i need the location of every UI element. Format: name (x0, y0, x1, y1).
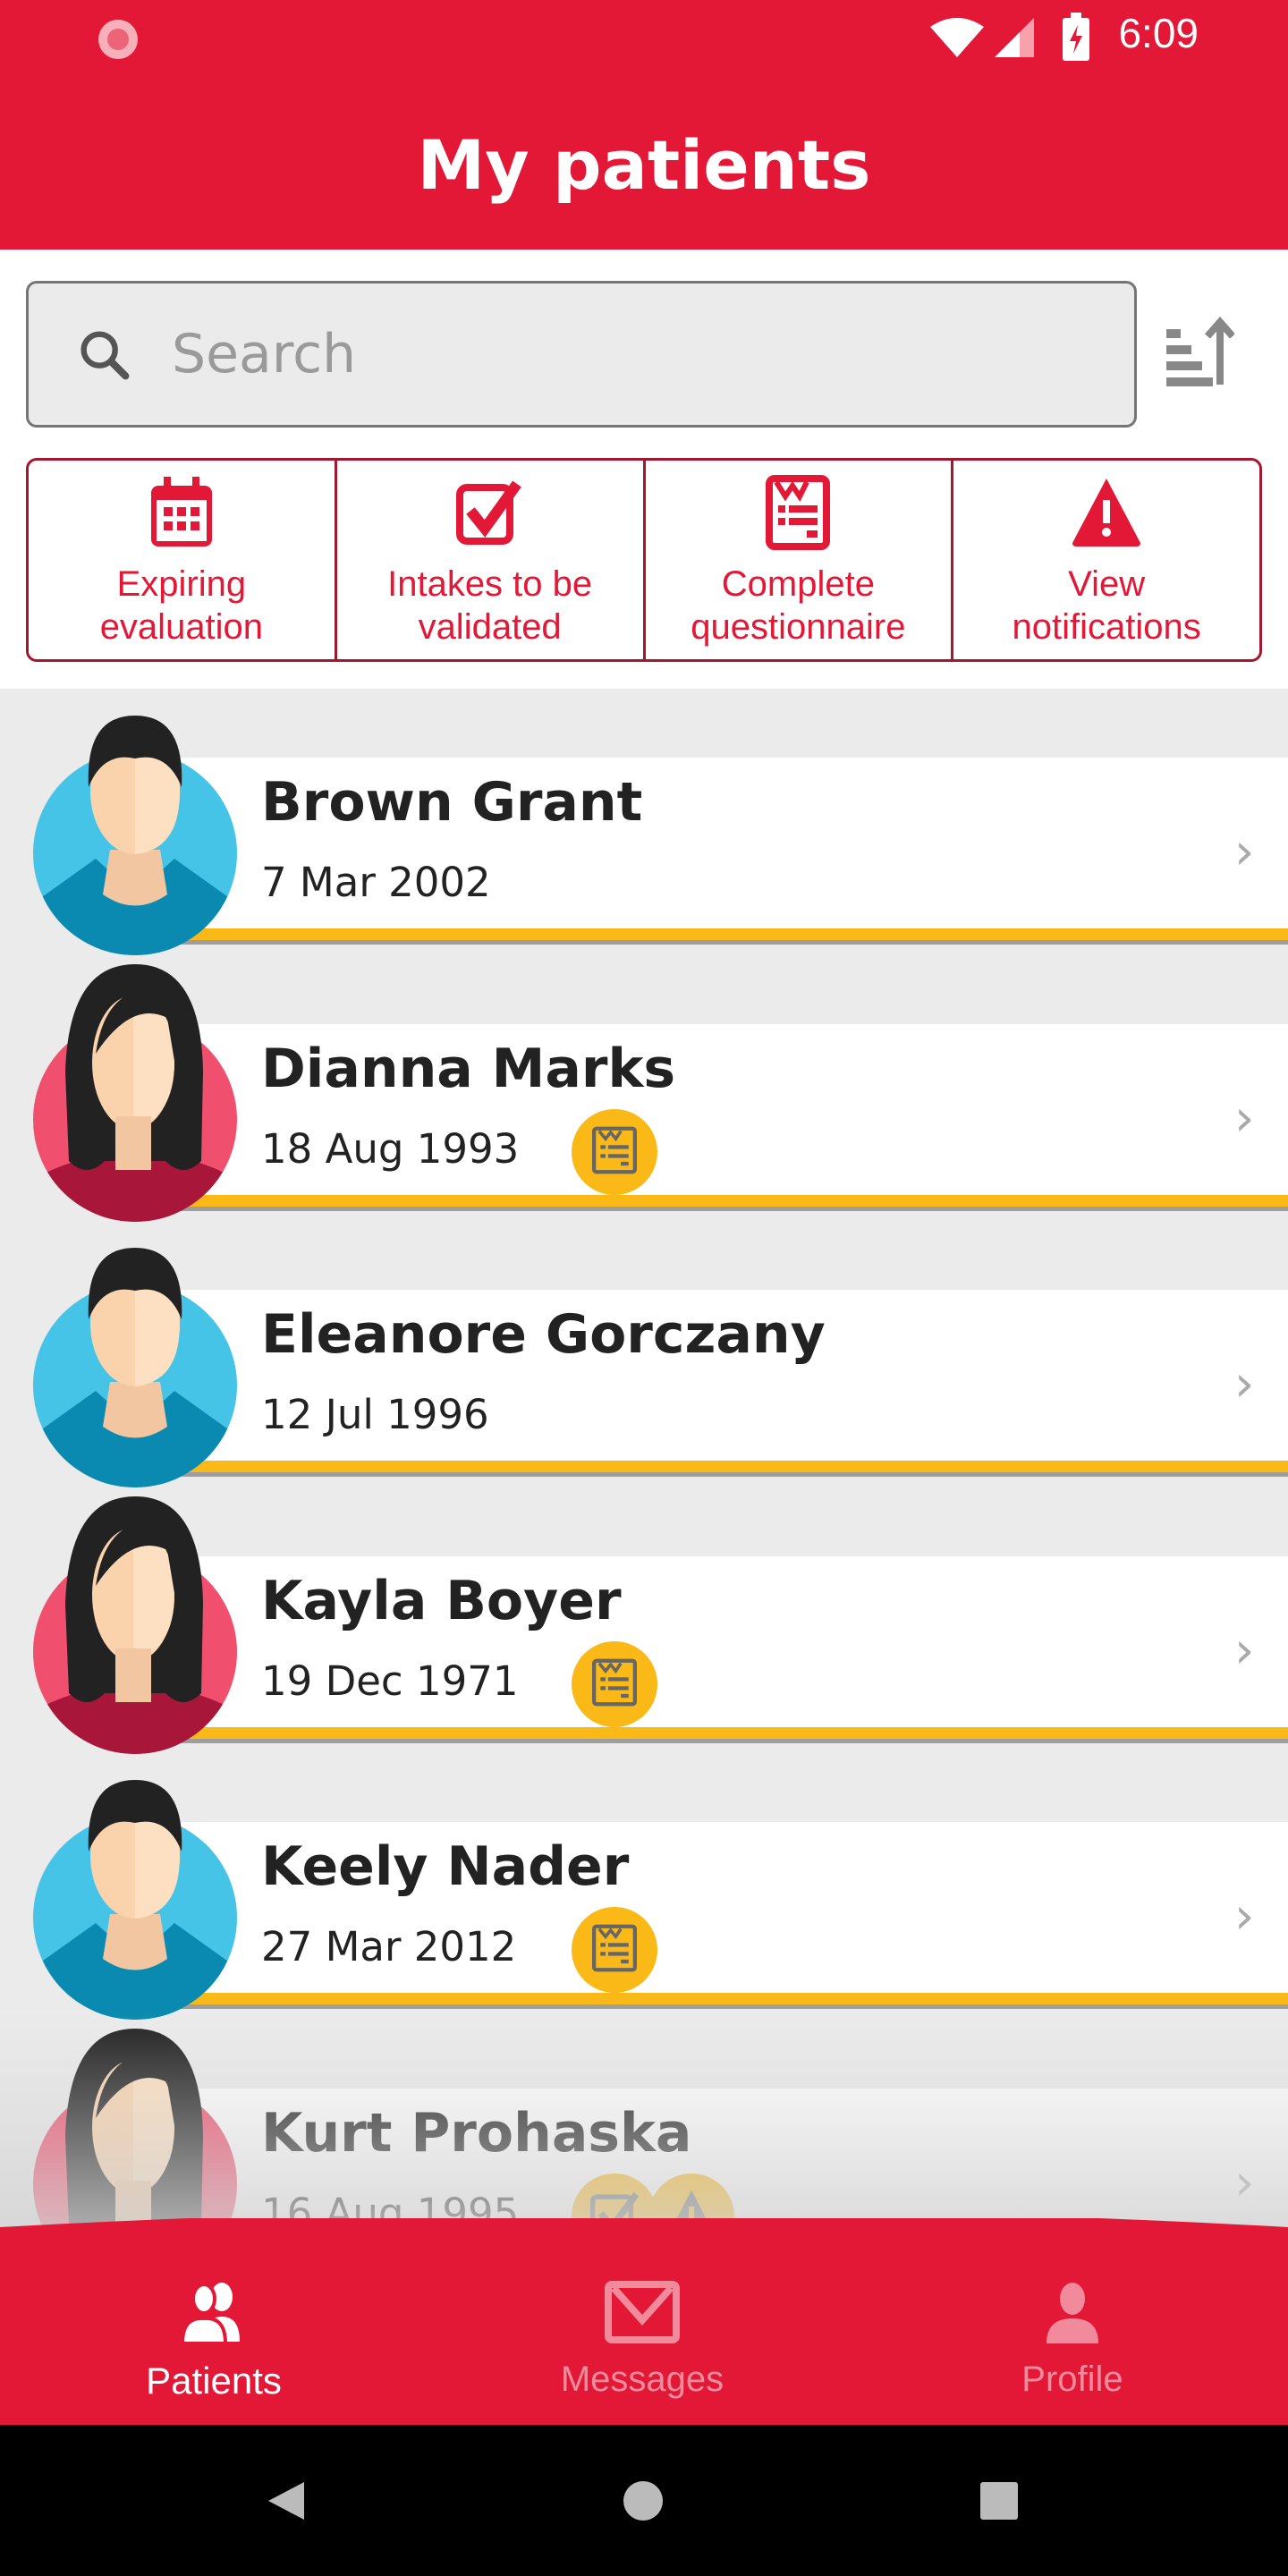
chevron-right-icon[interactable]: › (1234, 1355, 1254, 1413)
warning-icon (1072, 479, 1141, 547)
patient-name: Kayla Boyer (261, 1569, 622, 1632)
patient-dob: 12 Jul 1996 (261, 1391, 489, 1439)
nav-label: Profile (1021, 2360, 1123, 2399)
filter-label: evaluation (99, 607, 264, 647)
patient-row[interactable]: Keely Nader 27 Mar 2012 › (0, 1753, 1288, 2021)
chevron-right-icon[interactable]: › (1234, 1622, 1254, 1680)
patient-dob: 7 Mar 2002 (261, 859, 491, 906)
chevron-right-icon[interactable]: › (1234, 1089, 1254, 1148)
filter-complete-questionnaire[interactable]: Complete questionnaire (646, 461, 954, 659)
filter-view-notifications[interactable]: View notifications (953, 461, 1259, 659)
nav-label: Patients (146, 2360, 282, 2402)
filter-label: questionnaire (691, 607, 906, 647)
patients-icon (180, 2283, 240, 2345)
signal-icon (995, 18, 1034, 57)
filter-expiring-evaluation[interactable]: Expiring evaluation (29, 461, 337, 659)
avatar (33, 1248, 237, 1493)
patient-row[interactable]: Brown Grant 7 Mar 2002 › (0, 689, 1288, 955)
questionnaire-icon (588, 1921, 641, 1979)
avatar (33, 1496, 237, 1759)
filter-label: Expiring (116, 564, 247, 604)
badge-group (572, 1907, 657, 1994)
list-fade (0, 2012, 1288, 2245)
page-title: My patients (417, 125, 871, 205)
home-icon[interactable] (623, 2480, 664, 2521)
patient-row[interactable]: Dianna Marks 18 Aug 1993 › (0, 955, 1288, 1222)
patient-name: Keely Nader (261, 1835, 630, 1899)
checkbox-icon (455, 480, 521, 545)
filter-label: Intakes to be (387, 564, 593, 604)
filter-label: View (1068, 564, 1146, 604)
calendar-icon (150, 477, 212, 547)
status-badge (572, 1108, 657, 1195)
filter-label: notifications (1012, 607, 1201, 647)
chevron-right-icon[interactable]: › (1234, 823, 1254, 881)
filter-label: validated (418, 607, 562, 647)
status-badge (572, 1907, 657, 1994)
nav-label: Messages (560, 2360, 724, 2399)
questionnaire-icon (766, 475, 831, 550)
search-icon (80, 331, 130, 380)
questionnaire-icon (588, 1123, 641, 1181)
app-header: 6:09 My patients (0, 0, 1288, 250)
status-badge (572, 1640, 657, 1727)
patient-name: Eleanore Gorczany (261, 1303, 826, 1367)
system-nav-bar (0, 2425, 1288, 2576)
recents-icon[interactable] (980, 2482, 1018, 2520)
profile-icon (1046, 2283, 1098, 2343)
search-input[interactable] (172, 284, 1066, 425)
avatar (33, 963, 237, 1227)
questionnaire-icon (588, 1656, 641, 1713)
patient-row[interactable]: Eleanore Gorczany 12 Jul 1996 › (0, 1221, 1288, 1488)
patient-row[interactable]: Kayla Boyer 19 Dec 1971 › (0, 1487, 1288, 1754)
patient-name: Dianna Marks (261, 1037, 676, 1100)
battery-icon (1063, 13, 1089, 61)
filter-label: Complete (721, 564, 875, 604)
back-icon[interactable] (267, 2480, 306, 2521)
badge-group (572, 1108, 657, 1195)
filter-bar: Expiring evaluation Intakes to be valida… (26, 458, 1262, 662)
patient-dob: 18 Aug 1993 (261, 1124, 520, 1173)
mail-icon (605, 2281, 680, 2343)
app-notification-icon (98, 20, 138, 59)
patient-dob: 27 Mar 2012 (261, 1923, 517, 1971)
filter-intakes-to-validate[interactable]: Intakes to be validated (337, 461, 646, 659)
wifi-icon (930, 18, 984, 57)
avatar (33, 1780, 237, 2025)
avatar (33, 716, 237, 961)
search-box[interactable] (26, 281, 1137, 428)
badge-group (572, 1640, 657, 1727)
nav-profile[interactable]: Profile (938, 2281, 1207, 2400)
chevron-right-icon[interactable]: › (1234, 1887, 1254, 1945)
clock: 6:09 (1118, 10, 1199, 56)
bottom-nav: Patients Messages Profile (0, 2218, 1288, 2425)
sort-icon[interactable] (1163, 313, 1234, 394)
patient-dob: 19 Dec 1971 (261, 1657, 519, 1705)
patient-name: Brown Grant (261, 771, 643, 834)
nav-messages[interactable]: Messages (508, 2281, 776, 2400)
nav-patients[interactable]: Patients (80, 2281, 348, 2402)
status-bar: 6:09 (0, 0, 1288, 75)
